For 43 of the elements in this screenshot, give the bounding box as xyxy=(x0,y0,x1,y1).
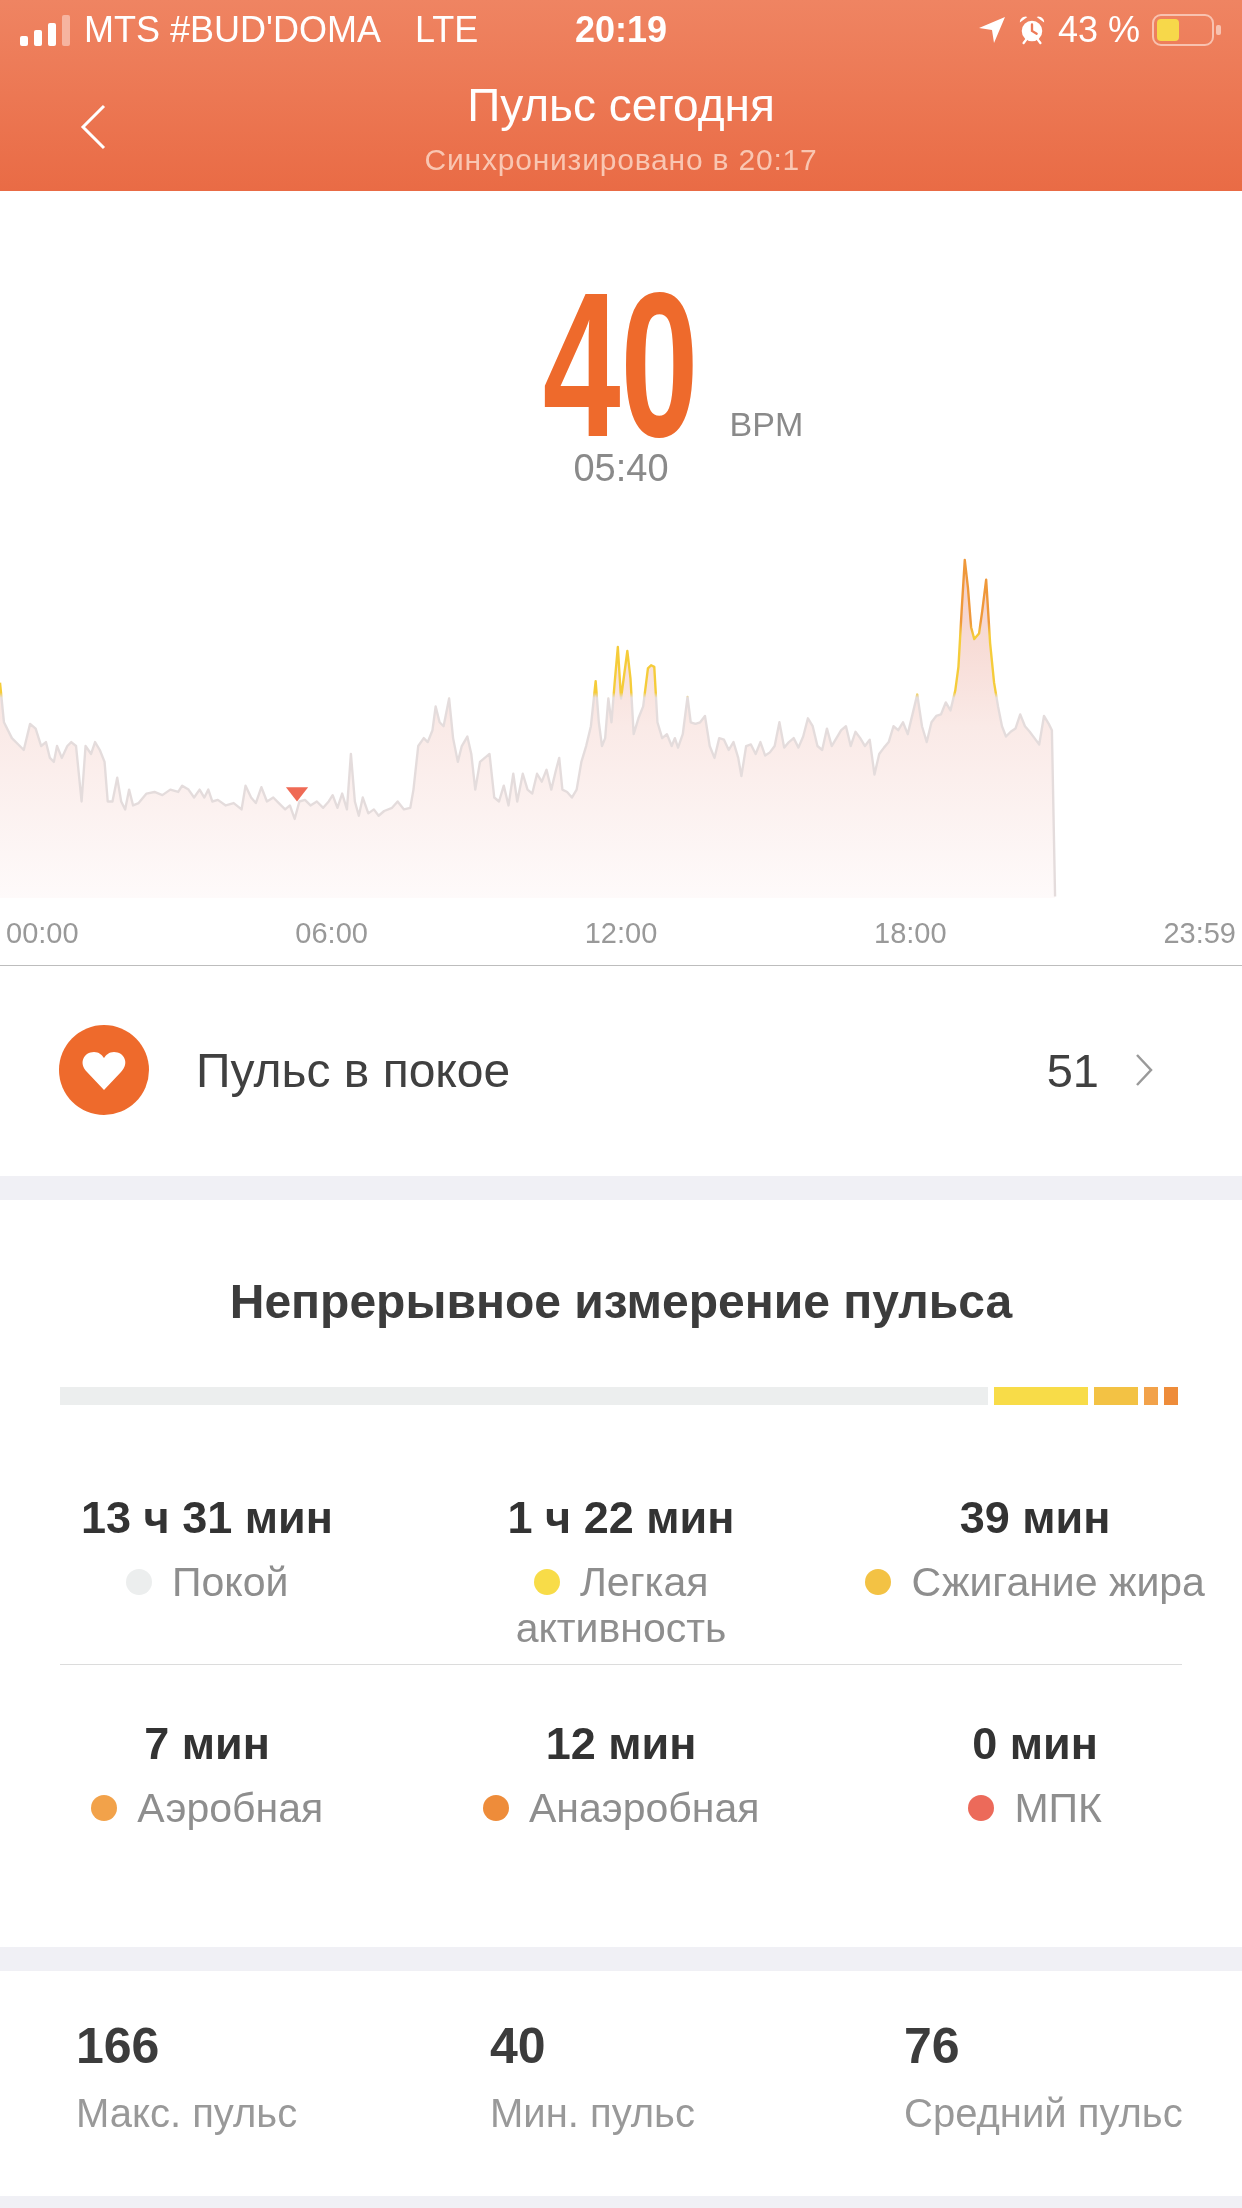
alarm-clock-icon xyxy=(1017,15,1046,45)
chevron-left-icon xyxy=(80,104,106,150)
status-time: 20:19 xyxy=(574,9,668,51)
zone-label: Анаэробная xyxy=(528,1785,760,1831)
zone-bar-segment xyxy=(1094,1387,1138,1405)
summary-value: 76 xyxy=(904,2018,961,2074)
location-arrow-icon xyxy=(977,16,1006,44)
sync-subtitle: Синхронизировано в 20:17 xyxy=(424,143,818,178)
network-type: LTE xyxy=(414,9,479,51)
chevron-right-icon[interactable] xyxy=(1135,1053,1153,1087)
zone-label: Аэробная xyxy=(137,1785,324,1831)
resting-pulse-label: Пульс в покое xyxy=(196,1042,512,1098)
zone-duration: 12 мин xyxy=(545,1717,697,1771)
zone-bar-segment xyxy=(1164,1387,1178,1405)
time-axis-label: 18:00 xyxy=(874,915,947,950)
zone-duration: 13 ч 31 мин xyxy=(81,1491,333,1545)
zone-duration: 0 мин xyxy=(972,1717,1098,1771)
zone-duration: 7 мин xyxy=(144,1717,270,1771)
zone-label: Легкая активность xyxy=(515,1559,727,1651)
bpm-unit: BPM xyxy=(729,405,804,444)
signal-bars-icon xyxy=(20,14,70,46)
summary-label: Мин. пульс xyxy=(490,2090,696,2136)
summary-value: 40 xyxy=(490,2018,547,2074)
zone-bar-segment xyxy=(1144,1387,1158,1405)
battery-icon xyxy=(1152,14,1222,46)
summary-label: Макс. пульс xyxy=(76,2090,299,2136)
time-axis-label: 06:00 xyxy=(295,915,368,950)
zone-label: МПК xyxy=(1014,1785,1102,1831)
zones-title: Непрерывное измерение пульса xyxy=(228,1274,1014,1330)
battery-percentage: 43 % xyxy=(1057,9,1140,51)
zone-label: Сжигание жира xyxy=(911,1559,1205,1605)
time-axis-label: 00:00 xyxy=(6,915,79,950)
resting-pulse-value: 51 xyxy=(1046,1042,1099,1098)
zone-duration: 1 ч 22 мин xyxy=(507,1491,735,1545)
time-axis-label: 23:59 xyxy=(1163,915,1236,950)
triangle-marker-icon xyxy=(285,787,309,802)
summary-value: 166 xyxy=(76,2018,161,2074)
time-axis-label: 12:00 xyxy=(584,915,658,950)
page-title: Пульс сегодня xyxy=(467,79,775,133)
summary-label: Средний пульс xyxy=(904,2090,1184,2136)
zone-duration: 39 мин xyxy=(959,1491,1111,1545)
carrier-name: MTS #BUD'DOMA xyxy=(84,9,381,51)
zone-label: Покой xyxy=(172,1559,289,1605)
